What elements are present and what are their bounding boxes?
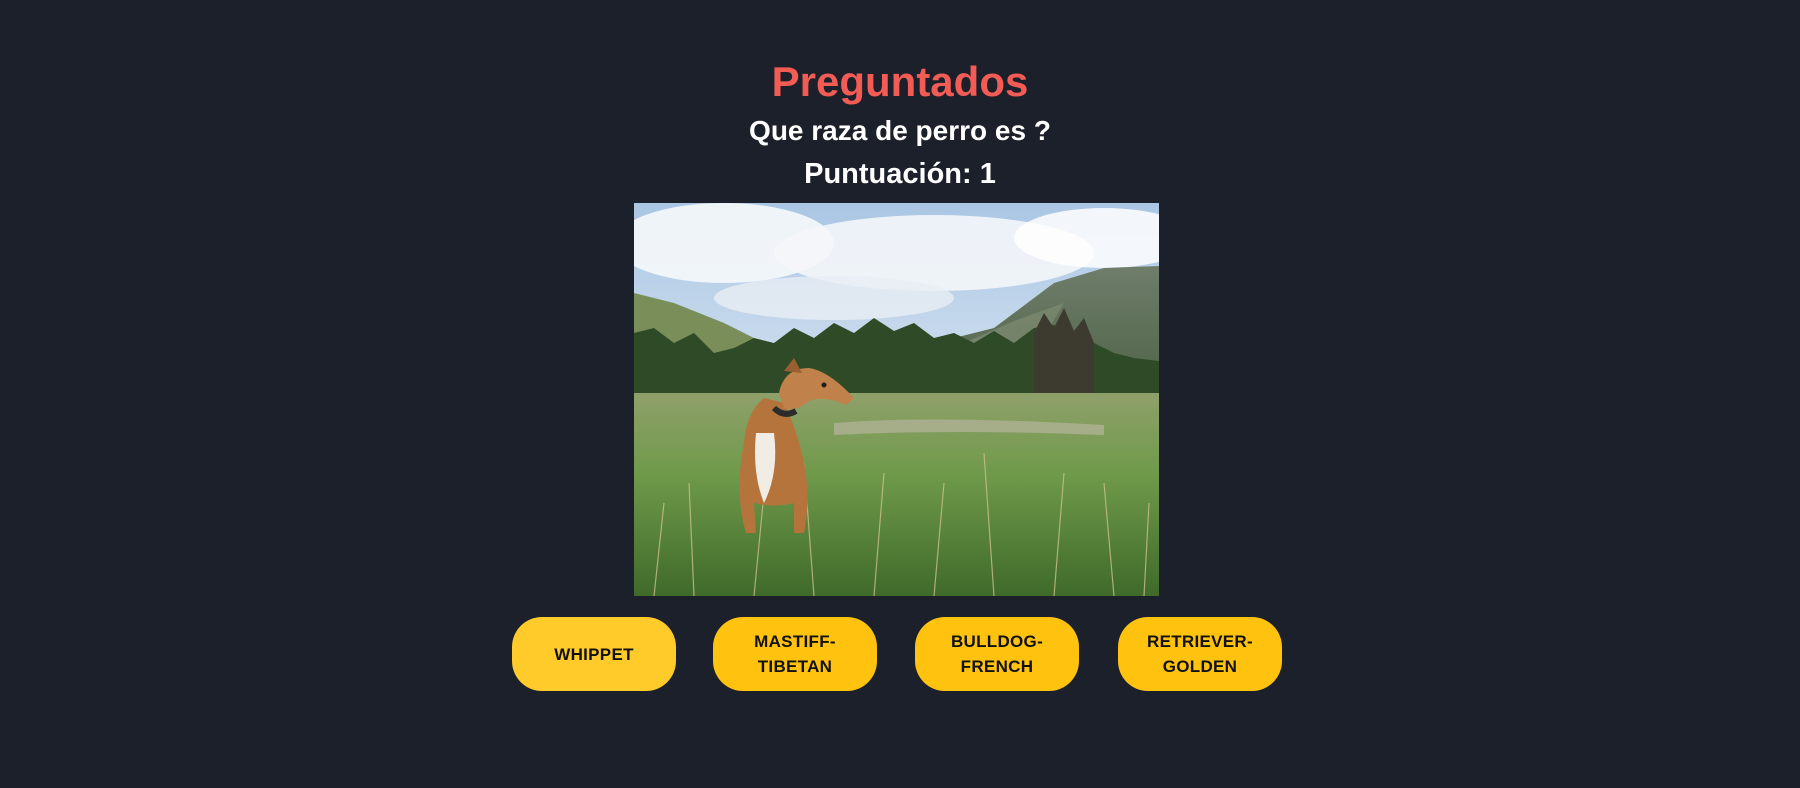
- score-display: Puntuación: 1: [804, 158, 996, 190]
- question-text: Que raza de perro es ?: [749, 115, 1051, 146]
- answer-options: WHIPPET MASTIFF-TIBETAN BULLDOG-FRENCH R…: [0, 617, 1800, 692]
- option-label: WHIPPET: [554, 644, 634, 664]
- option-button-whippet[interactable]: WHIPPET: [512, 617, 676, 691]
- dog-photo: [634, 203, 1159, 596]
- option-button-mastiff-tibetan[interactable]: MASTIFF-TIBETAN: [713, 617, 877, 691]
- option-button-retriever-golden[interactable]: RETRIEVER-GOLDEN: [1118, 617, 1282, 691]
- app-title: Preguntados: [771, 58, 1029, 105]
- quiz-app: Preguntados Que raza de perro es ? Puntu…: [0, 0, 1800, 788]
- option-label: RETRIEVER-GOLDEN: [1147, 632, 1253, 676]
- option-label: BULLDOG-FRENCH: [950, 632, 1044, 676]
- option-button-bulldog-french[interactable]: BULLDOG-FRENCH: [915, 617, 1079, 691]
- option-label: MASTIFF-TIBETAN: [754, 632, 836, 676]
